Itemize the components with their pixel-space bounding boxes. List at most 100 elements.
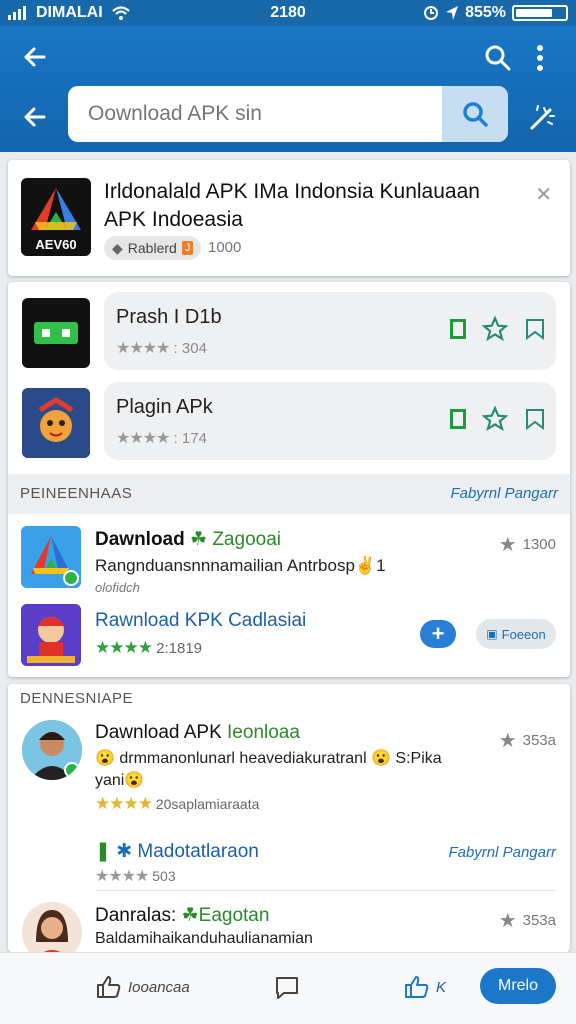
- app-stars: ★★★★: [116, 430, 170, 447]
- app-rating-count: : 304: [173, 340, 207, 357]
- item-rating: ★★★★ 2:1819: [95, 638, 202, 658]
- item-subtitle: Rangnduansnnnamailian Antrbosp✌1: [95, 556, 386, 575]
- like-label: Iooancaa: [128, 978, 190, 996]
- back-arrow-icon[interactable]: [22, 104, 48, 130]
- back-arrow-icon[interactable]: [22, 44, 48, 70]
- list-item[interactable]: ❚ ✱ Madotatlaraon ★★★★ 503 Fabyrnl Panga…: [8, 832, 570, 888]
- item-title-tag: ☘Eagotan: [181, 905, 270, 926]
- item-rating: ★★★★ 503: [95, 866, 176, 886]
- app-info-pill: Plagin APk ★★★★ : 174: [104, 382, 556, 460]
- item-title-tag: Ieonloaa: [227, 722, 300, 743]
- item-rating: ★ 1300: [499, 532, 556, 557]
- app-rating-count: : 174: [173, 430, 207, 447]
- badge-label: Rablerd: [127, 240, 177, 256]
- app-stars: ★★★★: [116, 340, 170, 357]
- bookmark-icon[interactable]: [524, 407, 546, 431]
- star-icon: ★: [498, 910, 517, 932]
- status-bar: DIMALAI 2180 855%: [0, 0, 576, 26]
- item-title: ❚ ✱ Madotatlaraon: [95, 840, 259, 863]
- featured-app-icon: AEV60: [21, 178, 91, 256]
- star-icon: ★: [498, 730, 517, 752]
- badge-mark: J: [181, 241, 194, 255]
- shield-icon: ◆: [112, 239, 123, 256]
- bottom-action-bar: Iooancaa K Mrelo: [0, 952, 576, 1024]
- thumbs-up-icon: [97, 976, 121, 998]
- item-meta: olofidch: [95, 580, 140, 595]
- item-subtitle-cont: yani😮: [95, 772, 145, 789]
- app-list-card: Prash I D1b ★★★★ : 304 Plagin APk ★★★★ :…: [8, 282, 570, 677]
- search-icon: [463, 102, 488, 127]
- app-rating: ★★★★ : 304: [116, 338, 207, 358]
- star-icon: ★: [498, 534, 517, 556]
- section-link[interactable]: Fabyrnl Pangarr: [450, 485, 558, 502]
- search-submit-button[interactable]: [442, 86, 508, 142]
- item-title-text: Madotatlaraon: [137, 841, 259, 862]
- app-info-pill: Prash I D1b ★★★★ : 304: [104, 292, 556, 370]
- item-subtitle: Baldamihaikanduhaulianamian: [95, 930, 313, 947]
- section-link[interactable]: Fabyrnl Pangarr: [448, 844, 556, 861]
- search-icon[interactable]: [484, 44, 512, 72]
- briefcase-icon: ▣: [486, 627, 498, 641]
- app-icon: [21, 604, 81, 666]
- magic-wand-icon[interactable]: [528, 104, 556, 132]
- battery-icon: [512, 5, 568, 21]
- thumbs-up-blue-icon: [405, 976, 429, 998]
- primary-action-button[interactable]: Mrelo: [480, 968, 556, 1004]
- list-item[interactable]: Rawnload KPK Cadlasiai ★★★★ 2:1819 + ▣ F…: [8, 598, 570, 670]
- open-button[interactable]: ▣ Foeeon: [476, 619, 556, 649]
- item-title: Danralas: ☘Eagotan: [95, 904, 269, 927]
- download-icon[interactable]: [450, 319, 466, 339]
- download-icon[interactable]: [450, 409, 466, 429]
- asterisk-icon: ✱: [116, 841, 133, 862]
- star-outline-icon[interactable]: [482, 406, 508, 432]
- item-rating-text: 20saplamiaraata: [155, 796, 260, 812]
- featured-app-title: Irldonalald APK IMa Indonsia Kunlauaan A…: [104, 180, 480, 231]
- search-input[interactable]: [68, 86, 442, 142]
- game-app-icon: [22, 388, 90, 458]
- item-stars: ★★★★: [95, 638, 153, 657]
- search-bar: [68, 86, 508, 142]
- featured-icon-label: AEV60: [35, 237, 77, 252]
- item-count: 353a: [522, 912, 556, 929]
- app-icon: [22, 388, 90, 458]
- section-title: DENNESNIAPE: [20, 690, 134, 707]
- item-rating-count: 2:1819: [156, 640, 203, 657]
- list-item[interactable]: Prash I D1b ★★★★ : 304: [8, 292, 570, 378]
- comment-button[interactable]: [274, 975, 300, 1001]
- item-count-wrap: ★ 353a: [499, 908, 556, 933]
- divider: [95, 890, 556, 891]
- avatar: [22, 720, 82, 780]
- add-button[interactable]: +: [420, 620, 456, 648]
- list-item[interactable]: Dawnload ☘ Zagooai Rangnduansnnnamailian…: [8, 514, 570, 595]
- item-stars: ★★★★: [95, 794, 153, 813]
- share-button[interactable]: K: [404, 975, 446, 999]
- section-header: PEINEENHAAS Fabyrnl Pangarr: [8, 474, 570, 514]
- close-icon[interactable]: ✕: [535, 182, 552, 207]
- app-icon: [22, 298, 90, 368]
- item-title: Rawnload KPK Cadlasiai: [95, 610, 307, 631]
- star-outline-icon[interactable]: [482, 316, 508, 342]
- list-item[interactable]: Danralas: ☘Eagotan Baldamihaikanduhaulia…: [8, 896, 570, 952]
- section-title: PEINEENHAAS: [20, 485, 133, 502]
- featured-count: 1000: [208, 239, 242, 256]
- list-item[interactable]: Plagin APk ★★★★ : 174: [8, 382, 570, 468]
- item-title: Dawnload ☘ Zagooai: [95, 528, 281, 551]
- app-name: Plagin APk: [116, 396, 213, 418]
- item-rating-count: 503: [152, 868, 176, 884]
- item-title-text: Danralas:: [95, 905, 177, 926]
- item-count: 353a: [522, 732, 556, 749]
- featured-app-card[interactable]: AEV60 Irldonalald APK IMa Indonsia Kunla…: [8, 160, 570, 276]
- app-icon: [21, 526, 81, 588]
- app-name: Prash I D1b: [116, 306, 222, 328]
- bookmark-icon[interactable]: [524, 317, 546, 341]
- app-rating: ★★★★ : 174: [116, 428, 207, 448]
- item-stars: ★★★★: [95, 868, 149, 885]
- app-bar: [0, 26, 576, 152]
- item-title: Dawnload APK Ieonloaa: [95, 722, 300, 744]
- more-vert-icon[interactable]: [536, 44, 544, 72]
- item-title-text: Dawnload: [95, 529, 185, 550]
- item-rating: ★★★★ 20saplamiaraata: [95, 794, 259, 814]
- list-item[interactable]: Dawnload APK Ieonloaa 😮 drmmanonlunarl h…: [8, 714, 570, 824]
- share-label: K: [436, 978, 447, 996]
- like-button[interactable]: Iooancaa: [96, 975, 190, 999]
